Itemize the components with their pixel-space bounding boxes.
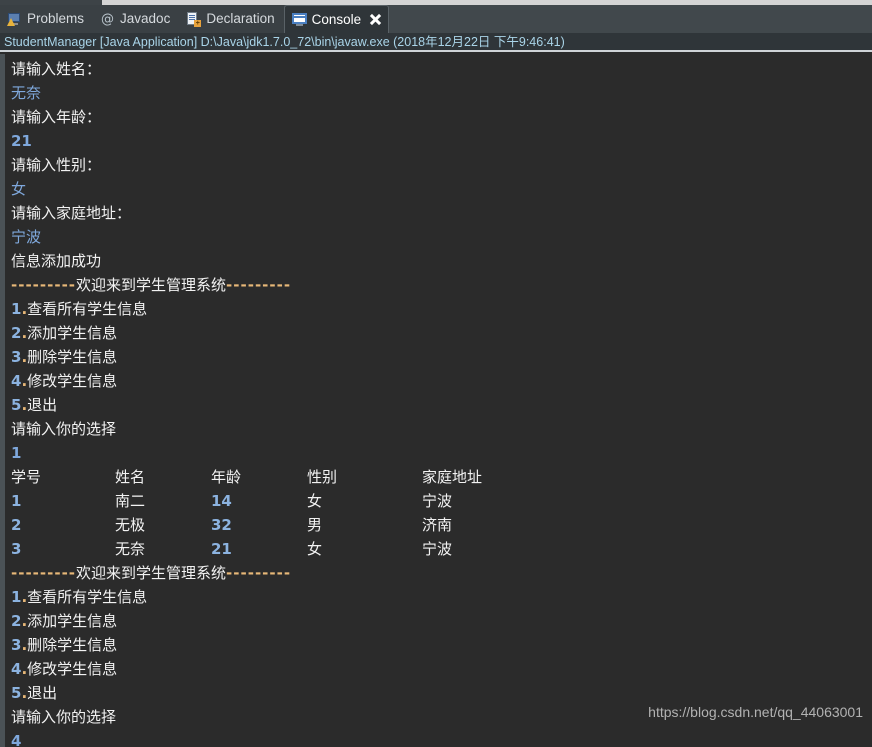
menu-item-3-number: 3: [11, 348, 22, 366]
prompt-choice-1: 请输入你的选择: [11, 420, 117, 438]
input-age: 21: [11, 132, 32, 150]
menu-item-2: 2.添加学生信息: [11, 609, 872, 633]
menu-item-2: 2.添加学生信息: [11, 321, 872, 345]
input-address: 宁波: [11, 228, 42, 246]
banner-title: 欢迎来到学生管理系统: [76, 564, 227, 582]
table-row: 1 南二 14 女 宁波: [11, 489, 872, 513]
banner-dashes-left: ---------: [11, 564, 77, 582]
menu-item-1: 1.查看所有学生信息: [11, 585, 872, 609]
menu-item-1-label: 查看所有学生信息: [27, 588, 148, 606]
table-header-address: 家庭地址: [422, 468, 483, 486]
input-choice-2: 4: [11, 732, 22, 747]
table-header-age: 年龄: [211, 468, 242, 486]
console-icon: [291, 12, 307, 27]
menu-item-5: 5.退出: [11, 681, 872, 705]
watermark: https://blog.csdn.net/qq_44063001: [648, 704, 863, 720]
menu-item-3: 3.删除学生信息: [11, 345, 872, 369]
console-output-area[interactable]: 请输入姓名： 无奈 请输入年龄： 21 请输入性别： 女 请输入家庭地址： 宁波…: [0, 54, 872, 747]
table-cell-age: 21: [211, 540, 232, 558]
menu-item-5-number: 5: [11, 396, 22, 414]
tab-problems[interactable]: Problems: [0, 5, 94, 33]
banner-dashes-left: ---------: [11, 276, 77, 294]
tab-problems-label: Problems: [27, 11, 85, 26]
menu-banner-2: ---------欢迎来到学生管理系统---------: [11, 561, 872, 585]
menu-item-4-number: 4: [11, 372, 22, 390]
menu-item-3-number: 3: [11, 636, 22, 654]
menu-item-2-label: 添加学生信息: [27, 324, 118, 342]
tab-declaration-label: Declaration: [206, 11, 275, 26]
javadoc-icon: @: [101, 11, 115, 27]
menu-item-5: 5.退出: [11, 393, 872, 417]
input-gender: 女: [11, 180, 27, 198]
problems-icon: [7, 12, 22, 27]
menu-item-3-label: 删除学生信息: [27, 348, 118, 366]
menu-item-4-number: 4: [11, 660, 22, 678]
menu-item-5-label: 退出: [27, 396, 58, 414]
table-cell-address: 济南: [422, 516, 453, 534]
table-cell-age: 14: [211, 492, 232, 510]
table-cell-id: 1: [11, 492, 22, 510]
menu-item-4: 4.修改学生信息: [11, 369, 872, 393]
menu-banner-1: ---------欢迎来到学生管理系统---------: [11, 273, 872, 297]
tab-declaration[interactable]: + Declaration: [179, 5, 284, 33]
table-cell-name: 无奈: [115, 540, 146, 558]
tab-console-label: Console: [311, 11, 362, 27]
table-header-gender: 性别: [307, 468, 338, 486]
tab-list: Problems @ Javadoc + Declaration Console: [0, 5, 390, 33]
table-cell-name: 无极: [115, 516, 146, 534]
message-add-success: 信息添加成功: [11, 252, 102, 270]
prompt-gender: 请输入性别：: [11, 156, 102, 174]
table-cell-gender: 女: [307, 540, 323, 558]
input-name: 无奈: [11, 84, 42, 102]
view-tab-bar: Problems @ Javadoc + Declaration Console: [0, 5, 872, 33]
table-cell-age: 32: [211, 516, 232, 534]
menu-item-4-label: 修改学生信息: [27, 372, 118, 390]
table-row: 3 无奈 21 女 宁波: [11, 537, 872, 561]
tab-console[interactable]: Console: [283, 5, 390, 33]
menu-item-4: 4.修改学生信息: [11, 657, 872, 681]
menu-item-2-number: 2: [11, 612, 22, 630]
table-header-name: 姓名: [115, 468, 146, 486]
prompt-age: 请输入年龄：: [11, 108, 102, 126]
banner-title: 欢迎来到学生管理系统: [76, 276, 227, 294]
menu-item-1-number: 1: [11, 588, 22, 606]
table-header-id: 学号: [11, 468, 42, 486]
declaration-icon: +: [186, 11, 202, 27]
menu-item-3: 3.删除学生信息: [11, 633, 872, 657]
menu-item-5-number: 5: [11, 684, 22, 702]
table-cell-gender: 女: [307, 492, 323, 510]
menu-item-5-label: 退出: [27, 684, 58, 702]
process-header-line: StudentManager [Java Application] D:\Jav…: [0, 33, 872, 52]
table-cell-address: 宁波: [422, 492, 453, 510]
prompt-address: 请输入家庭地址：: [11, 204, 132, 222]
console-lines: 请输入姓名： 无奈 请输入年龄： 21 请输入性别： 女 请输入家庭地址： 宁波…: [5, 54, 872, 747]
menu-item-2-label: 添加学生信息: [27, 612, 118, 630]
tab-javadoc-label: Javadoc: [120, 11, 171, 26]
table-cell-gender: 男: [307, 516, 323, 534]
menu-item-4-label: 修改学生信息: [27, 660, 118, 678]
table-cell-id: 3: [11, 540, 22, 558]
table-cell-id: 2: [11, 516, 22, 534]
input-choice-1: 1: [11, 444, 22, 462]
banner-dashes-right: ---------: [226, 564, 292, 582]
close-icon[interactable]: [369, 13, 382, 26]
tab-javadoc[interactable]: @ Javadoc: [93, 5, 180, 33]
menu-item-1: 1.查看所有学生信息: [11, 297, 872, 321]
banner-dashes-right: ---------: [226, 276, 292, 294]
table-header-row: 学号 姓名 年龄 性别 家庭地址: [11, 465, 872, 489]
table-cell-address: 宁波: [422, 540, 453, 558]
menu-item-2-number: 2: [11, 324, 22, 342]
table-cell-name: 南二: [115, 492, 146, 510]
menu-item-1-number: 1: [11, 300, 22, 318]
table-row: 2 无极 32 男 济南: [11, 513, 872, 537]
menu-item-1-label: 查看所有学生信息: [27, 300, 148, 318]
prompt-name: 请输入姓名：: [11, 60, 102, 78]
menu-item-3-label: 删除学生信息: [27, 636, 118, 654]
